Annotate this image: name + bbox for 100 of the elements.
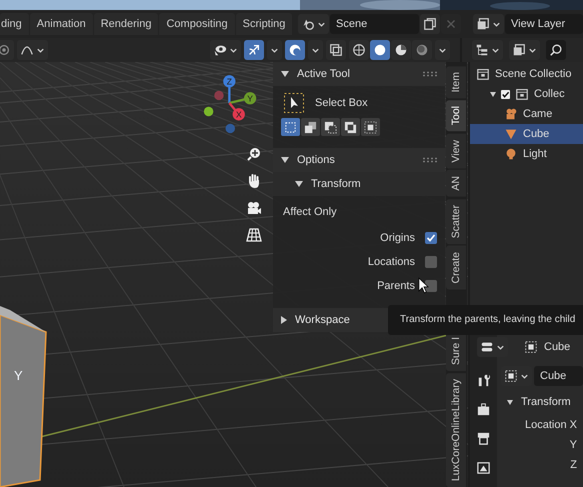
proportional-editing-button[interactable]	[0, 40, 14, 60]
subpanel-header[interactable]: Transform	[273, 172, 445, 196]
axis-label: Z	[226, 76, 232, 87]
checkbox[interactable]	[425, 280, 437, 292]
selection-mode-icon	[284, 120, 297, 134]
shading-mode-button[interactable]	[390, 40, 411, 60]
drag-handle-icon[interactable]	[423, 157, 437, 163]
workspace-tab[interactable]: Animation	[30, 13, 93, 35]
section-label: Affect Only	[282, 206, 338, 218]
axis-label: Y	[14, 368, 23, 383]
printer-icon[interactable]	[476, 431, 491, 446]
chevron-icon	[490, 46, 500, 54]
copy-button[interactable]	[420, 14, 440, 34]
search-field[interactable]	[546, 40, 566, 60]
triangle-icon	[504, 127, 518, 141]
sidebar-tab[interactable]: Scatter	[446, 198, 466, 244]
mouse-cursor-icon	[418, 277, 429, 294]
chevron-icon	[317, 20, 326, 28]
select-mode-button[interactable]	[321, 118, 340, 136]
select-mode-button[interactable]	[341, 118, 360, 136]
gizmo-toggle-button[interactable]	[244, 40, 264, 60]
select-mode-button[interactable]	[281, 118, 300, 136]
selection-mode-icon	[344, 120, 357, 134]
sidebar-tab[interactable]: Tool	[446, 100, 466, 132]
sidebar-tab[interactable]: LuxCoreOnlineLibrary	[446, 372, 466, 487]
view-layer-name-field[interactable]: View Layer	[505, 14, 583, 34]
sidebar-tab[interactable]: Item	[446, 66, 466, 98]
object-name-field[interactable]: Cube	[534, 366, 583, 386]
filter-dropdown[interactable]	[508, 40, 540, 60]
selection-mode-icon	[364, 120, 377, 134]
object-icon	[504, 369, 518, 383]
chevron-icon	[310, 46, 320, 54]
view-layer-selector-button[interactable]	[473, 14, 504, 34]
outliner-row[interactable]: Cube	[470, 124, 583, 144]
selection-mode-icon	[324, 120, 337, 134]
panel-header[interactable]: Transform	[501, 389, 583, 415]
toolbox-icon[interactable]	[476, 402, 491, 417]
scene-icon	[301, 17, 315, 31]
falloff-dropdown[interactable]	[17, 40, 48, 60]
toggle-icon	[480, 340, 494, 354]
gizmo-dropdown[interactable]	[266, 40, 282, 60]
checkbox-label: Origins	[380, 232, 415, 244]
select-mode-button[interactable]	[361, 118, 380, 136]
drag-handle-icon[interactable]	[423, 71, 437, 77]
scene-name-field[interactable]: Scene	[330, 14, 419, 34]
wireframe-sphere-icon	[352, 43, 366, 57]
check-icon	[425, 232, 437, 244]
workspace-tab[interactable]: ding	[0, 13, 29, 35]
overlays-toggle-button[interactable]	[284, 40, 305, 60]
layers-icon	[512, 43, 526, 57]
chevron-icon	[228, 46, 238, 54]
tooltip: Transform the parents, leaving the child	[388, 305, 583, 335]
image-icon[interactable]	[476, 460, 491, 475]
outliner-row[interactable]: Light	[470, 144, 583, 164]
chevron-icon	[520, 372, 529, 380]
selection-mode-icon	[304, 120, 317, 134]
target-icon	[0, 43, 11, 57]
select-mode-button[interactable]	[301, 118, 320, 136]
tool-icon[interactable]	[476, 373, 491, 388]
bulb-icon	[504, 147, 518, 161]
visibility-dropdown[interactable]	[210, 40, 241, 60]
overlays-dropdown[interactable]	[308, 40, 323, 60]
panel-title: Workspace	[295, 314, 350, 326]
panel-header[interactable]: Options	[273, 148, 445, 172]
hand-icon[interactable]	[246, 173, 262, 189]
display-mode-dropdown[interactable]	[472, 40, 503, 60]
workspace-tab[interactable]: Rendering	[94, 13, 158, 35]
checkbox[interactable]	[425, 232, 437, 244]
zoom-icon[interactable]	[246, 146, 262, 162]
select-box-icon[interactable]	[283, 92, 305, 114]
outliner-row[interactable]: Came	[470, 104, 583, 124]
camera-icon[interactable]	[246, 200, 262, 216]
checkbox[interactable]	[501, 90, 510, 98]
sidebar-tab[interactable]: AN	[446, 170, 466, 197]
eye-icon	[212, 43, 227, 57]
checkbox-label: Locations	[368, 256, 415, 268]
half-sphere-icon	[394, 43, 408, 57]
xray-toggle-button[interactable]	[326, 40, 346, 60]
scene-selector-button[interactable]	[298, 14, 329, 34]
navigation-gizmo[interactable]: Z Y X	[202, 70, 268, 136]
sidebar-tab[interactable]: Create	[446, 246, 466, 290]
workspace-tab[interactable]: Scripting	[236, 13, 292, 35]
grid-icon[interactable]	[246, 227, 262, 243]
panel-header[interactable]: Active Tool	[273, 62, 445, 86]
shading-dropdown[interactable]	[434, 40, 450, 60]
sidebar-tab[interactable]: View	[446, 134, 466, 168]
checkbox-label: Parents	[377, 280, 415, 292]
axis-label: X	[236, 110, 242, 120]
field-label: Location X	[525, 418, 578, 433]
object-name: Cube	[544, 341, 570, 353]
shading-mode-button[interactable]	[370, 40, 390, 60]
shading-mode-button[interactable]	[348, 40, 369, 60]
workspace-tab[interactable]: Compositing	[159, 13, 235, 35]
camera-icon	[504, 107, 518, 121]
gizmo-icon	[246, 43, 261, 57]
panel-title: Active Tool	[297, 68, 350, 80]
chevron-icon	[438, 46, 447, 54]
overlays-icon	[288, 43, 302, 57]
checkbox[interactable]	[425, 256, 437, 268]
expand-triangle-icon[interactable]	[490, 92, 496, 96]
